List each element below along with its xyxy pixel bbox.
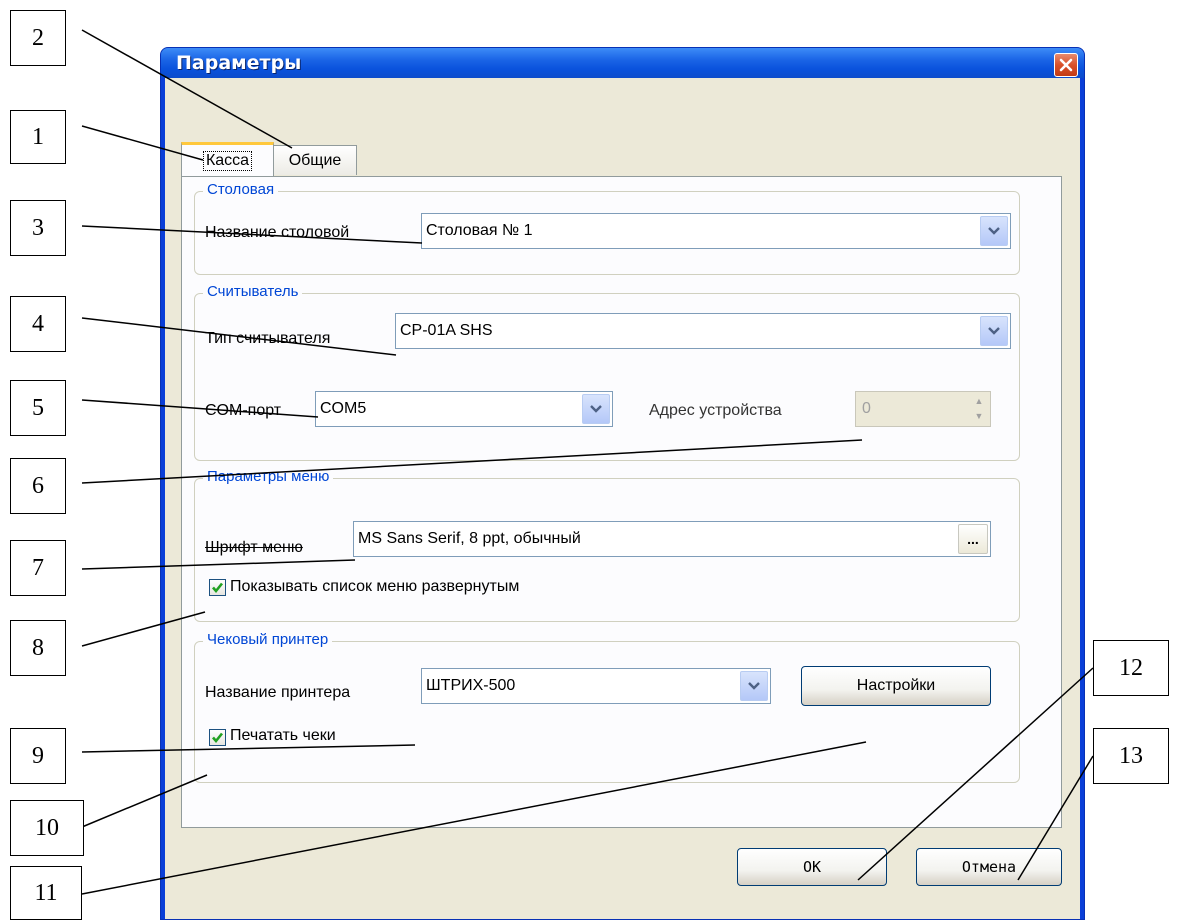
- callout-5: 5: [10, 380, 66, 436]
- callout-13: 13: [1093, 728, 1169, 784]
- chevron-down-icon: [988, 227, 1000, 235]
- menu-font-label: Шрифт меню: [205, 539, 303, 556]
- ok-button[interactable]: OK: [737, 848, 887, 886]
- printer-name-label: Название принтера: [205, 684, 351, 701]
- tab-general[interactable]: Общие: [273, 145, 357, 175]
- callout-9: 9: [10, 728, 66, 784]
- chevron-down-icon: [748, 682, 760, 690]
- callout-3: 3: [10, 200, 66, 256]
- com-port-dropdown-button[interactable]: [582, 394, 610, 424]
- chevron-down-icon: [590, 405, 602, 413]
- spinner-buttons[interactable]: ▲ ▼: [970, 394, 988, 424]
- device-address-label: Адрес устройства: [649, 402, 782, 419]
- callout-1: 2: [10, 10, 66, 66]
- canteen-dropdown-button[interactable]: [980, 216, 1008, 246]
- callout-12: 12: [1093, 640, 1169, 696]
- reader-type-value: CP-01A SHS: [400, 322, 493, 339]
- check-mark-icon: [212, 732, 224, 744]
- printer-name-value: ШТРИХ-500: [426, 677, 516, 694]
- com-port-combo[interactable]: COM5: [315, 391, 613, 427]
- print-receipts-checkbox[interactable]: [209, 729, 226, 746]
- spin-up-icon[interactable]: ▲: [970, 394, 988, 409]
- reader-group-title: Считыватель: [203, 283, 303, 300]
- device-address-value: 0: [862, 400, 871, 417]
- tab-kassa[interactable]: Касса: [181, 142, 274, 176]
- callout-6: 6: [10, 458, 66, 514]
- canteen-name-combo[interactable]: Столовая № 1: [421, 213, 1011, 249]
- reader-type-dropdown-button[interactable]: [980, 316, 1008, 346]
- menu-params-group-title: Параметры меню: [203, 468, 334, 485]
- printer-name-combo[interactable]: ШТРИХ-500: [421, 668, 771, 704]
- menu-params-group: Параметры меню Шрифт меню MS Sans Serif,…: [194, 468, 1020, 622]
- com-port-value: COM5: [320, 400, 367, 417]
- tab-general-label: Общие: [288, 151, 342, 169]
- close-icon: [1059, 58, 1073, 72]
- printer-dropdown-button[interactable]: [740, 671, 768, 701]
- tab-panel-kassa: Столовая Название столовой Столовая № 1 …: [181, 176, 1062, 828]
- check-mark-icon: [212, 582, 224, 594]
- callout-11: 11: [10, 866, 82, 920]
- parameters-dialog: Параметры Касса Общие Столовая Название …: [160, 47, 1085, 920]
- print-receipts-label[interactable]: Печатать чеки: [230, 727, 336, 745]
- callout-10: 10: [10, 800, 84, 856]
- canteen-group-title: Столовая: [203, 181, 279, 198]
- canteen-name-value: Столовая № 1: [426, 222, 533, 239]
- dialog-client-area: Касса Общие Столовая Название столовой С…: [165, 78, 1080, 919]
- callout-4: 4: [10, 296, 66, 352]
- reader-type-combo[interactable]: CP-01A SHS: [395, 313, 1011, 349]
- receipt-printer-group-title: Чековый принтер: [203, 631, 333, 648]
- menu-font-field[interactable]: MS Sans Serif, 8 ppt, обычный ...: [353, 521, 991, 557]
- spin-down-icon[interactable]: ▼: [970, 409, 988, 424]
- window-title: Параметры: [176, 52, 302, 74]
- device-address-spinner[interactable]: 0 ▲ ▼: [855, 391, 991, 427]
- menu-font-value: MS Sans Serif, 8 ppt, обычный: [358, 530, 581, 547]
- expand-menu-checkbox[interactable]: [209, 579, 226, 596]
- chevron-down-icon: [988, 327, 1000, 335]
- reader-group: Считыватель Тип считывателя CP-01A SHS C…: [194, 283, 1020, 461]
- expand-menu-label[interactable]: Показывать список меню развернутым: [230, 578, 519, 596]
- canteen-name-label: Название столовой: [205, 224, 350, 241]
- receipt-printer-group: Чековый принтер Название принтера ШТРИХ-…: [194, 631, 1020, 783]
- title-bar[interactable]: Параметры: [161, 48, 1084, 78]
- canteen-group: Столовая Название столовой Столовая № 1: [194, 181, 1020, 275]
- reader-type-label: Тип считывателя: [205, 330, 331, 347]
- cancel-button[interactable]: Отмена: [916, 848, 1062, 886]
- com-port-label: COM-порт: [205, 402, 282, 419]
- callout-2: 1: [10, 110, 66, 164]
- menu-font-browse-button[interactable]: ...: [958, 524, 988, 554]
- callout-7: 7: [10, 540, 66, 596]
- printer-settings-button[interactable]: Настройки: [801, 666, 991, 706]
- tab-kassa-label: Касса: [202, 150, 253, 171]
- callout-8: 8: [10, 620, 66, 676]
- close-button[interactable]: [1054, 53, 1078, 77]
